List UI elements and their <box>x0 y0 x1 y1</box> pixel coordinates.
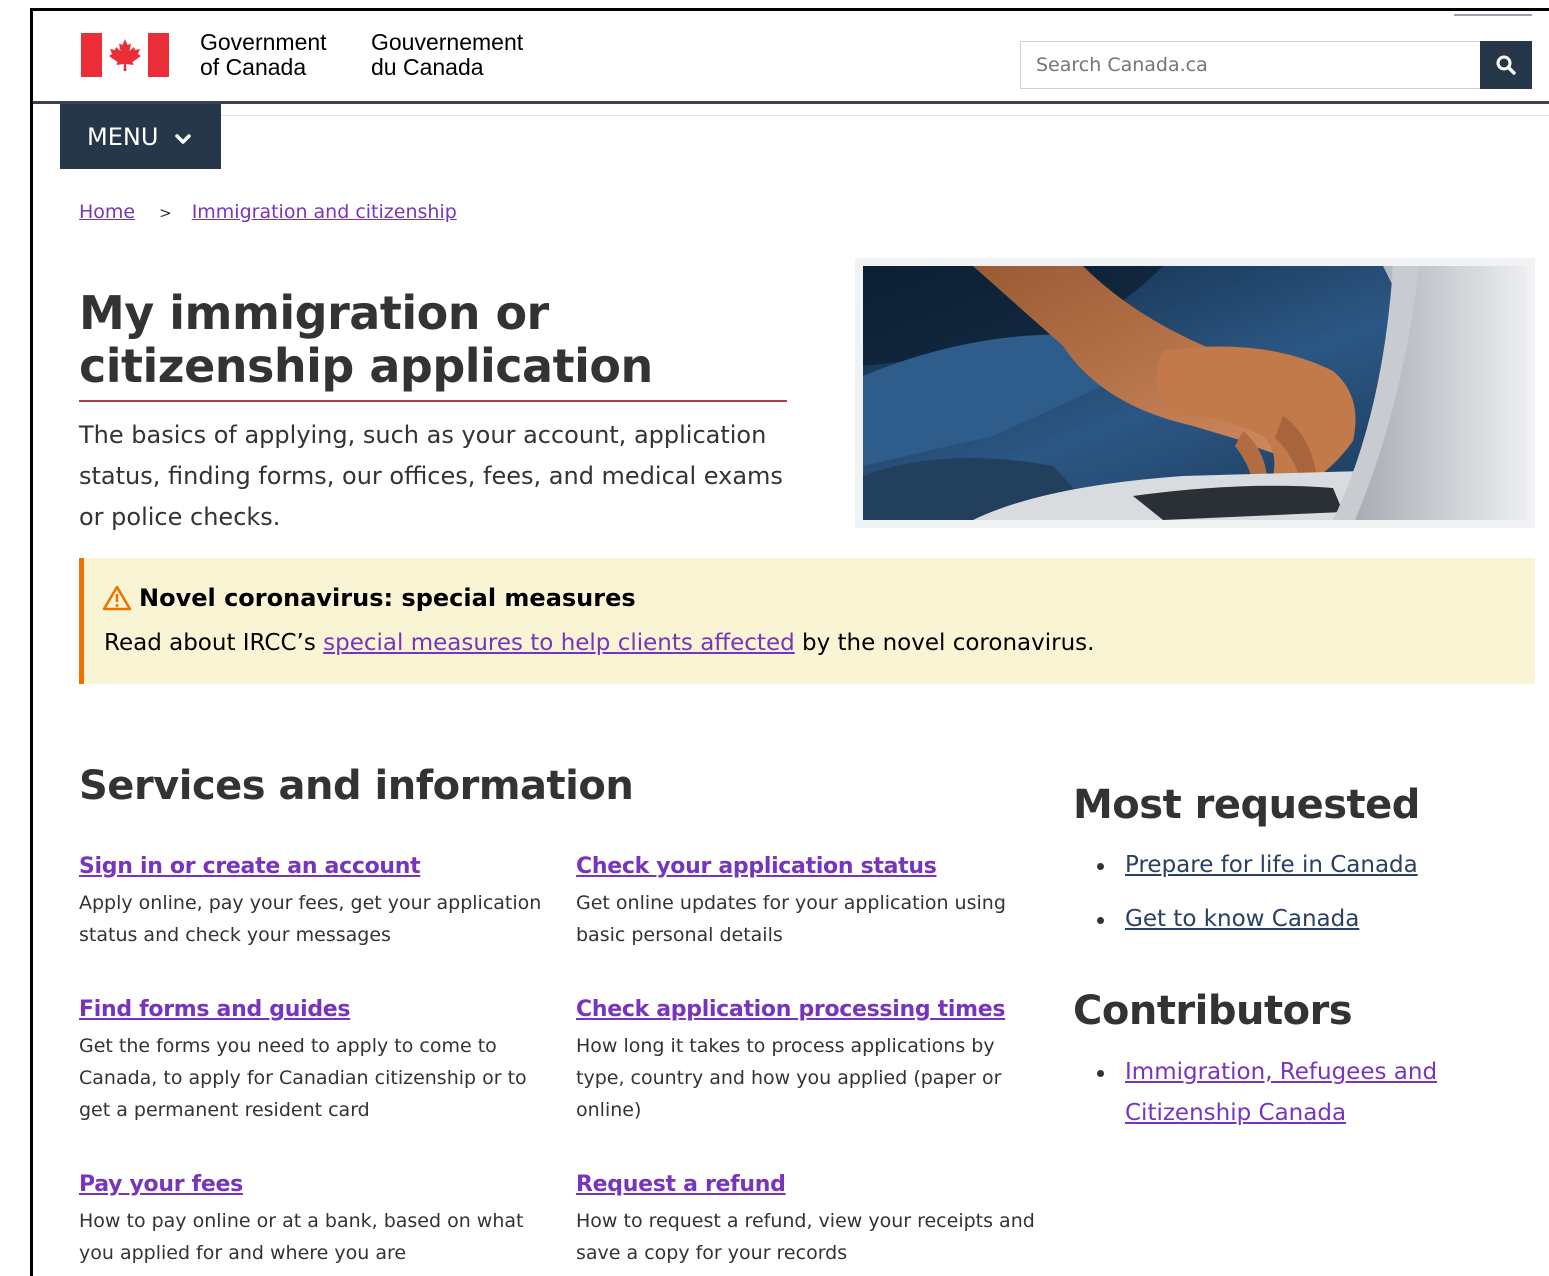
check-status-link[interactable]: Check your application status <box>576 854 1046 879</box>
search-button[interactable] <box>1480 41 1532 89</box>
header-divider <box>33 101 1549 104</box>
search-form <box>1020 41 1532 89</box>
breadcrumb-immigration-link[interactable]: Immigration and citizenship <box>192 201 457 223</box>
most-requested-heading: Most requested <box>1073 782 1420 828</box>
breadcrumb-separator: > <box>159 204 172 222</box>
prepare-life-canada-link[interactable]: Prepare for life in Canada <box>1125 852 1418 878</box>
alert-heading-text: Novel coronavirus: special measures <box>139 584 636 612</box>
pay-fees-link[interactable]: Pay your fees <box>79 1172 549 1197</box>
page-title: My immigration or citizenship applicatio… <box>79 286 653 393</box>
warning-icon <box>102 585 132 611</box>
canada-flag-logo[interactable] <box>81 33 169 77</box>
services-heading: Services and information <box>79 763 634 809</box>
maple-leaf-icon <box>109 39 141 71</box>
search-input[interactable] <box>1020 41 1481 89</box>
covid-alert: Novel coronavirus: special measures Read… <box>79 558 1535 684</box>
service-forms-guides: Find forms and guides Get the forms you … <box>79 997 549 1126</box>
service-request-refund: Request a refund How to request a refund… <box>576 1172 1046 1269</box>
contributors-heading: Contributors <box>1073 988 1353 1034</box>
list-item: Prepare for life in Canada <box>1097 845 1418 886</box>
search-icon <box>1496 55 1516 75</box>
service-description: How long it takes to process application… <box>576 1035 1002 1121</box>
signature-french-line-2: du Canada <box>371 54 484 80</box>
alert-body-before: Read about IRCC’s <box>104 630 324 656</box>
service-pay-fees: Pay your fees How to pay online or at a … <box>79 1172 549 1269</box>
service-description: Apply online, pay your fees, get your ap… <box>79 892 542 946</box>
ircc-link[interactable]: Immigration, Refugees and Citizenship Ca… <box>1125 1059 1437 1126</box>
signature-french: Gouvernement du Canada <box>371 30 523 80</box>
alert-body-after: by the novel coronavirus. <box>794 630 1095 656</box>
menu-button[interactable]: MENU <box>60 104 221 169</box>
service-description: Get the forms you need to apply to come … <box>79 1035 527 1121</box>
frame-border-left <box>30 8 33 1276</box>
request-refund-link[interactable]: Request a refund <box>576 1172 1046 1197</box>
service-description: How to pay online or at a bank, based on… <box>79 1210 524 1264</box>
most-requested-list: Prepare for life in Canada Get to know C… <box>1097 845 1418 940</box>
special-measures-link[interactable]: special measures to help clients affecte… <box>323 630 795 656</box>
menu-button-label: MENU <box>87 122 159 151</box>
get-to-know-canada-link[interactable]: Get to know Canada <box>1125 906 1359 932</box>
processing-times-link[interactable]: Check application processing times <box>576 997 1046 1022</box>
breadcrumb: Home > Immigration and citizenship <box>79 201 457 223</box>
hero-image <box>855 258 1535 528</box>
alert-heading: Novel coronavirus: special measures <box>102 584 636 612</box>
breadcrumb-home-link[interactable]: Home <box>79 201 135 223</box>
list-item: Immigration, Refugees and Citizenship Ca… <box>1097 1052 1477 1134</box>
signature-english-line-1: Government <box>200 29 327 55</box>
flag-bar-right <box>148 33 169 77</box>
service-description: How to request a refund, view your recei… <box>576 1210 1035 1264</box>
page-intro: The basics of applying, such as your acc… <box>79 421 783 531</box>
service-description: Get online updates for your application … <box>576 892 1006 946</box>
site-header: Government of Canada Gouvernement du Can… <box>33 11 1549 103</box>
forms-guides-link[interactable]: Find forms and guides <box>79 997 549 1022</box>
list-item: Get to know Canada <box>1097 899 1418 940</box>
signature-french-line-1: Gouvernement <box>371 29 524 55</box>
flag-bar-left <box>81 33 102 77</box>
sign-in-link[interactable]: Sign in or create an account <box>79 854 549 879</box>
service-check-status: Check your application status Get online… <box>576 854 1046 951</box>
service-sign-in: Sign in or create an account Apply onlin… <box>79 854 549 951</box>
title-underline <box>79 400 787 402</box>
signature-english-line-2: of Canada <box>200 54 307 80</box>
contributors-list: Immigration, Refugees and Citizenship Ca… <box>1097 1052 1477 1134</box>
menu-divider <box>221 115 1549 116</box>
alert-body: Read about IRCC’s special measures to he… <box>104 630 1094 656</box>
service-processing-times: Check application processing times How l… <box>576 997 1046 1126</box>
laptop-typing-photo <box>863 266 1527 520</box>
chevron-down-icon <box>175 123 192 151</box>
signature-english: Government of Canada <box>200 30 327 80</box>
